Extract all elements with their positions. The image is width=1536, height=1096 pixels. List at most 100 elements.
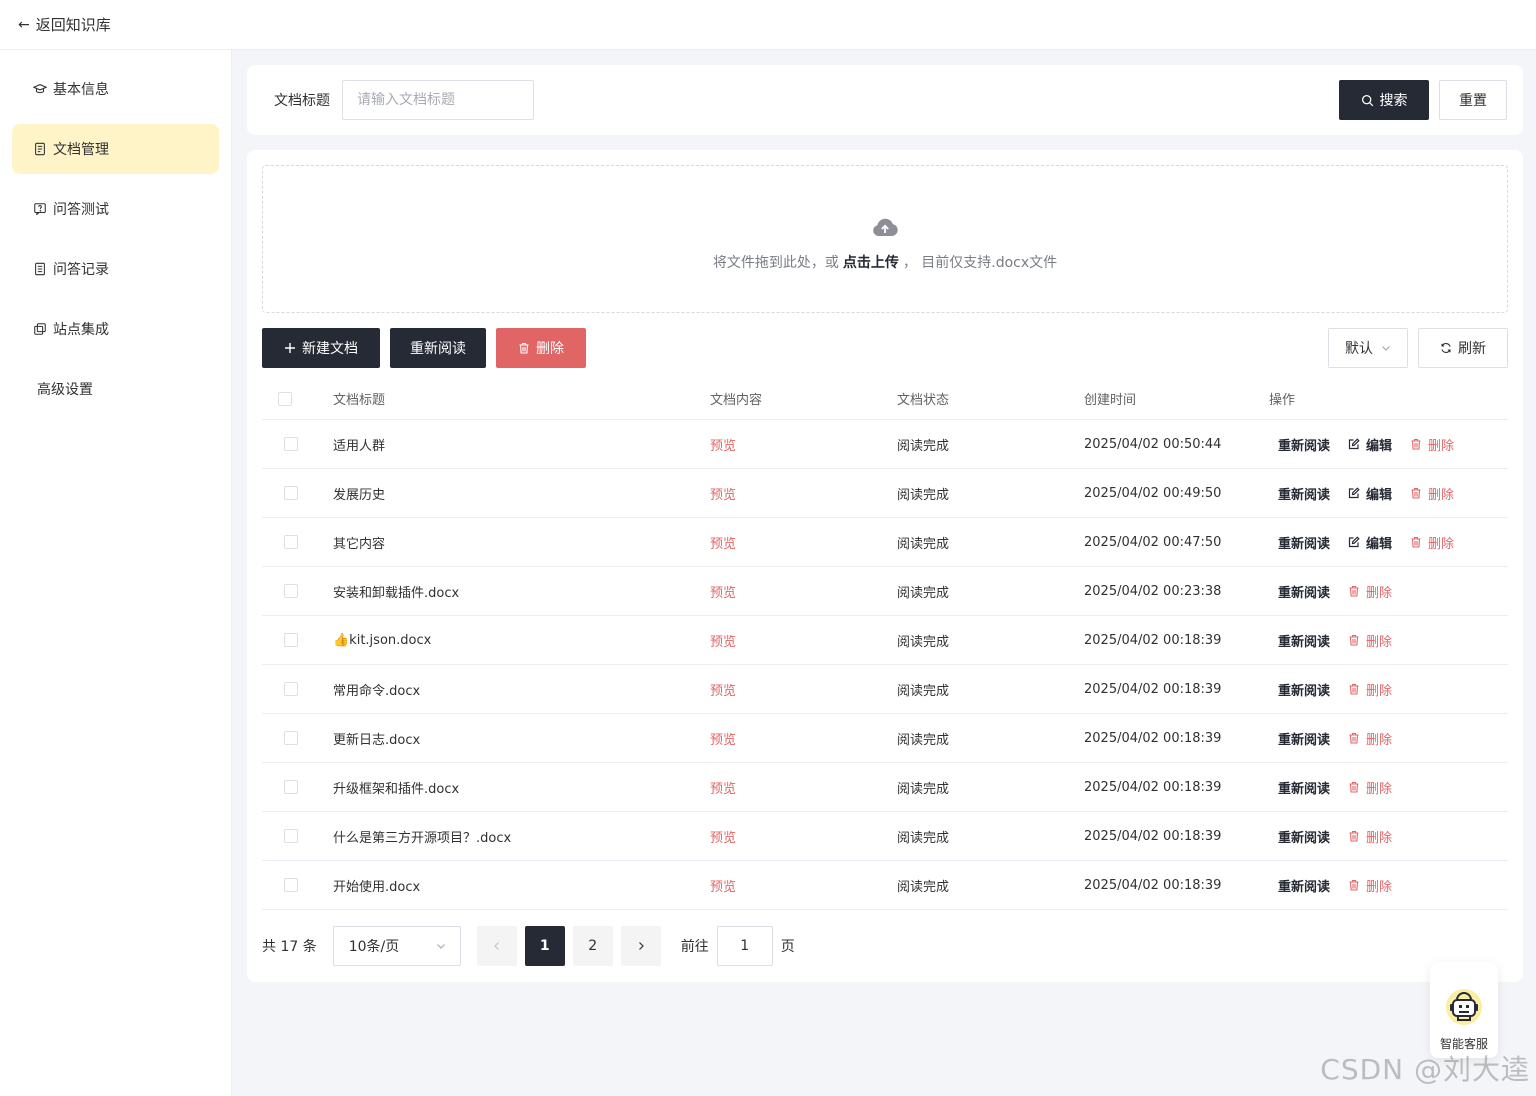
batch-reread-button[interactable]: 重新阅读 <box>390 328 486 368</box>
created-time-cell: 2025/04/02 00:18:39 <box>1084 681 1222 697</box>
upload-dropzone[interactable]: 将文件拖到此处，或 点击上传， 目前仅支持.docx文件 <box>262 165 1508 313</box>
goto-page-input[interactable] <box>716 926 773 966</box>
sidebar-item-qa-test[interactable]: 问答测试 <box>12 184 219 234</box>
delete-action[interactable]: 删除 <box>1348 729 1392 748</box>
delete-action[interactable]: 删除 <box>1348 827 1392 846</box>
delete-action[interactable]: 删除 <box>1348 876 1392 895</box>
delete-action[interactable]: 删除 <box>1348 778 1392 797</box>
reread-action-label: 重新阅读 <box>1278 683 1331 699</box>
chevron-left-icon <box>493 942 499 950</box>
sidebar-item-advanced-settings[interactable]: 高级设置 <box>12 364 219 414</box>
doc-title-cell: 常用命令.docx <box>333 683 421 699</box>
back-to-knowledge-base-link[interactable]: ← 返回知识库 <box>18 14 111 35</box>
search-card: 文档标题 搜索 重置 <box>247 65 1523 135</box>
batch-delete-button[interactable]: 删除 <box>496 328 586 368</box>
sidebar-item-qa-records[interactable]: 问答记录 <box>12 244 219 294</box>
row-checkbox[interactable] <box>284 486 298 500</box>
sort-select[interactable]: 默认 <box>1328 328 1408 368</box>
preview-link[interactable]: 预览 <box>710 684 736 699</box>
delete-action[interactable]: 删除 <box>1410 484 1454 503</box>
smart-support-widget[interactable]: 智能客服 <box>1430 962 1498 1058</box>
pagination: 共 17 条 10条/页 1 2 前往 页 <box>262 926 795 966</box>
delete-action[interactable]: 删除 <box>1348 631 1392 650</box>
doc-status-cell: 阅读完成 <box>897 732 950 748</box>
row-checkbox[interactable] <box>284 878 298 892</box>
trash-icon <box>1410 487 1422 499</box>
row-checkbox[interactable] <box>284 780 298 794</box>
delete-action[interactable]: 删除 <box>1410 435 1454 454</box>
table-row: 其它内容 预览 阅读完成 2025/04/02 00:47:50 重新阅读 编辑 删除 <box>262 518 1508 567</box>
row-actions: 重新阅读 删除 <box>1269 876 1508 895</box>
row-checkbox[interactable] <box>284 535 298 549</box>
reset-button[interactable]: 重置 <box>1439 80 1507 120</box>
delete-action[interactable]: 删除 <box>1348 582 1392 601</box>
sort-select-value: 默认 <box>1345 341 1373 357</box>
trash-icon <box>1348 732 1360 744</box>
doc-title-label: 文档标题 <box>274 93 330 109</box>
page-button-1[interactable]: 1 <box>524 926 565 966</box>
graduation-cap-icon <box>32 82 47 97</box>
preview-link[interactable]: 预览 <box>710 880 736 895</box>
reread-action[interactable]: 重新阅读 <box>1278 533 1330 552</box>
sidebar-item-document-management[interactable]: 文档管理 <box>12 124 219 174</box>
preview-link[interactable]: 预览 <box>710 733 736 748</box>
preview-link[interactable]: 预览 <box>710 439 736 454</box>
created-time-cell: 2025/04/02 00:18:39 <box>1084 632 1222 648</box>
new-document-button[interactable]: 新建文档 <box>262 328 380 368</box>
row-checkbox[interactable] <box>284 829 298 843</box>
sidebar-item-site-integration[interactable]: 站点集成 <box>12 304 219 354</box>
row-checkbox[interactable] <box>284 633 298 647</box>
reread-action-label: 重新阅读 <box>1278 781 1331 797</box>
row-actions: 重新阅读 编辑 删除 <box>1269 435 1508 454</box>
reread-action[interactable]: 重新阅读 <box>1278 631 1330 650</box>
doc-status-cell: 阅读完成 <box>897 683 950 699</box>
delete-action[interactable]: 删除 <box>1348 680 1392 699</box>
delete-action-label: 删除 <box>1428 536 1455 552</box>
page-button-2[interactable]: 2 <box>572 926 613 966</box>
page-size-select[interactable]: 10条/页 <box>332 926 461 966</box>
preview-link[interactable]: 预览 <box>710 537 736 552</box>
refresh-button[interactable]: 刷新 <box>1418 328 1508 368</box>
search-button[interactable]: 搜索 <box>1339 80 1429 120</box>
click-upload-link[interactable]: 点击上传 <box>843 255 899 271</box>
edit-action[interactable]: 编辑 <box>1348 484 1392 503</box>
delete-action-label: 删除 <box>1428 487 1455 503</box>
preview-link[interactable]: 预览 <box>710 586 736 601</box>
edit-action[interactable]: 编辑 <box>1348 435 1392 454</box>
reread-action[interactable]: 重新阅读 <box>1278 582 1330 601</box>
sidebar-item-basic-info[interactable]: 基本信息 <box>12 64 219 114</box>
page-size-value: 10条/页 <box>348 939 400 955</box>
table-body: 适用人群 预览 阅读完成 2025/04/02 00:50:44 重新阅读 编辑 删除 发展历… <box>262 420 1508 910</box>
row-checkbox[interactable] <box>284 584 298 598</box>
reread-action[interactable]: 重新阅读 <box>1278 827 1330 846</box>
reread-action[interactable]: 重新阅读 <box>1278 484 1330 503</box>
reread-action[interactable]: 重新阅读 <box>1278 680 1330 699</box>
reread-action[interactable]: 重新阅读 <box>1278 876 1330 895</box>
reread-action[interactable]: 重新阅读 <box>1278 778 1330 797</box>
delete-action-label: 删除 <box>1366 830 1393 846</box>
edit-icon <box>1348 536 1360 548</box>
select-all-checkbox[interactable] <box>278 391 292 406</box>
delete-action[interactable]: 删除 <box>1410 533 1454 552</box>
next-page-button[interactable] <box>620 926 661 966</box>
reread-action-label: 重新阅读 <box>1278 585 1331 601</box>
sidebar-item-label: 基本信息 <box>53 82 109 98</box>
preview-link[interactable]: 预览 <box>710 488 736 503</box>
preview-link[interactable]: 预览 <box>710 635 736 650</box>
edit-action-label: 编辑 <box>1366 438 1393 454</box>
header-actions: 操作 <box>1269 393 1296 408</box>
row-checkbox[interactable] <box>284 731 298 745</box>
row-checkbox[interactable] <box>284 437 298 451</box>
doc-status-cell: 阅读完成 <box>897 781 950 797</box>
row-checkbox[interactable] <box>284 682 298 696</box>
prev-page-button[interactable] <box>476 926 517 966</box>
reread-action[interactable]: 重新阅读 <box>1278 435 1330 454</box>
pagination-total: 共 17 条 <box>262 939 317 955</box>
preview-link[interactable]: 预览 <box>710 831 736 846</box>
preview-link[interactable]: 预览 <box>710 782 736 797</box>
doc-title-search-input[interactable] <box>342 80 534 120</box>
delete-action-label: 删除 <box>1366 683 1393 699</box>
header-content: 文档内容 <box>710 393 763 408</box>
reread-action[interactable]: 重新阅读 <box>1278 729 1330 748</box>
edit-action[interactable]: 编辑 <box>1348 533 1392 552</box>
